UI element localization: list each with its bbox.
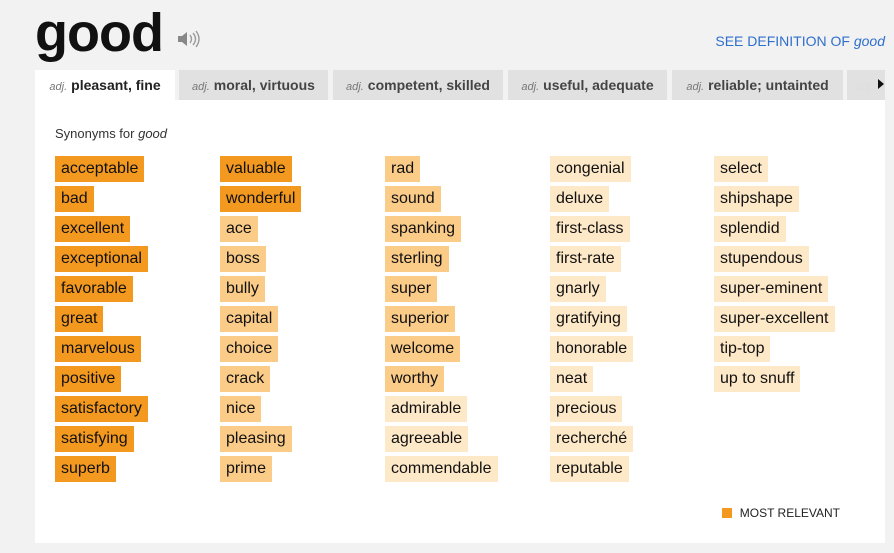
synonym-select[interactable]: select — [714, 156, 768, 182]
synonym-valuable[interactable]: valuable — [220, 156, 292, 182]
synonym-column: acceptable bad excellent exceptional favorab… — [55, 156, 148, 486]
part-of-speech: adj. — [192, 81, 210, 93]
synonym-agreeable[interactable]: agreeable — [385, 426, 469, 452]
synonym-boss[interactable]: boss — [220, 246, 266, 272]
synonym-sound[interactable]: sound — [385, 186, 441, 212]
synonym-welcome[interactable]: welcome — [385, 336, 461, 362]
synonym-stupendous[interactable]: stupendous — [714, 246, 809, 272]
synonym-super[interactable]: super — [385, 276, 438, 302]
synonyms-heading: Synonyms for good — [55, 126, 167, 141]
synonyms-word: good — [138, 126, 168, 141]
legend: MOST RELEVANT — [721, 506, 840, 520]
synonym-capital[interactable]: capital — [220, 306, 279, 332]
part-of-speech: adj. — [49, 81, 68, 93]
synonym-neat[interactable]: neat — [550, 366, 594, 392]
synonym-nice[interactable]: nice — [220, 396, 262, 422]
synonym-column: select shipshape splendid stupendous super-e… — [714, 156, 835, 396]
synonym-acceptable[interactable]: acceptable — [55, 156, 145, 182]
synonym-first-class[interactable]: first-class — [550, 216, 630, 242]
synonym-positive[interactable]: positive — [55, 366, 122, 392]
synonym-crack[interactable]: crack — [220, 366, 271, 392]
part-of-speech: adj. — [856, 81, 874, 93]
see-definition-link[interactable]: SEE DEFINITION OF good — [715, 33, 885, 49]
headword: good — [35, 3, 164, 63]
part-of-speech: adj. — [521, 81, 540, 93]
tab-label: pleasant, fine — [71, 77, 161, 93]
tab-moral[interactable]: adj. moral, virtuous — [179, 70, 328, 100]
scroll-right-arrow-icon[interactable] — [878, 79, 884, 89]
synonym-satisfactory[interactable]: satisfactory — [55, 396, 148, 422]
tab-label: useful, adequate — [543, 77, 654, 93]
synonym-superb[interactable]: superb — [55, 456, 116, 482]
part-of-speech: adj. — [686, 81, 705, 93]
synonym-gnarly[interactable]: gnarly — [550, 276, 606, 302]
tab-competent[interactable]: adj. competent, skilled — [333, 70, 503, 100]
synonym-admirable[interactable]: admirable — [385, 396, 468, 422]
synonym-deluxe[interactable]: deluxe — [550, 186, 610, 212]
synonym-up-to-snuff[interactable]: up to snuff — [714, 366, 801, 392]
see-definition-prefix: SEE DEFINITION OF — [715, 33, 854, 49]
synonym-gratifying[interactable]: gratifying — [550, 306, 627, 332]
synonym-super-excellent[interactable]: super-excellent — [714, 306, 835, 332]
synonym-ace[interactable]: ace — [220, 216, 258, 242]
synonym-bad[interactable]: bad — [55, 186, 94, 212]
synonym-sterling[interactable]: sterling — [385, 246, 449, 272]
synonym-great[interactable]: great — [55, 306, 104, 332]
synonyms-prefix: Synonyms for — [55, 126, 139, 141]
synonym-precious[interactable]: precious — [550, 396, 623, 422]
synonym-spanking[interactable]: spanking — [385, 216, 462, 242]
synonym-prime[interactable]: prime — [220, 456, 273, 482]
synonym-commendable[interactable]: commendable — [385, 456, 498, 482]
synonym-splendid[interactable]: splendid — [714, 216, 786, 242]
synonym-favorable[interactable]: favorable — [55, 276, 133, 302]
synonym-worthy[interactable]: worthy — [385, 366, 445, 392]
synonym-wonderful[interactable]: wonderful — [220, 186, 302, 212]
synonym-satisfying[interactable]: satisfying — [55, 426, 134, 452]
tab-reliable[interactable]: adj. reliable; untainted — [672, 70, 843, 100]
synonym-column: congenial deluxe first-class first-rate gnar… — [550, 156, 634, 486]
most-relevant-swatch — [721, 508, 732, 518]
synonym-honorable[interactable]: honorable — [550, 336, 634, 362]
sense-tabs: adj. pleasant, fine adj. moral, virtuous adj… — [35, 70, 885, 100]
synonym-congenial[interactable]: congenial — [550, 156, 631, 182]
synonym-column: rad sound spanking sterling super superior wel… — [385, 156, 498, 486]
synonyms-panel: Synonyms for good acceptable bad excellent… — [35, 100, 885, 543]
part-of-speech: adj. — [346, 81, 364, 93]
synonym-exceptional[interactable]: exceptional — [55, 246, 148, 272]
synonym-shipshape[interactable]: shipshape — [714, 186, 799, 212]
synonym-super-eminent[interactable]: super-eminent — [714, 276, 829, 302]
synonym-first-rate[interactable]: first-rate — [550, 246, 621, 272]
tab-label: moral, virtuous — [213, 77, 315, 93]
synonym-superior[interactable]: superior — [385, 306, 455, 332]
synonym-marvelous[interactable]: marvelous — [55, 336, 141, 362]
synonym-bully[interactable]: bully — [220, 276, 265, 302]
tab-pleasant[interactable]: adj. pleasant, fine — [35, 70, 175, 100]
synonym-column: valuable wonderful ace boss bully capital choi… — [220, 156, 302, 486]
synonym-excellent[interactable]: excellent — [55, 216, 131, 242]
tab-label: reliable; untainted — [708, 77, 829, 93]
tab-label: competent, skilled — [367, 77, 490, 93]
speaker-icon[interactable] — [176, 28, 200, 50]
see-definition-word: good — [853, 33, 885, 49]
synonym-tip-top[interactable]: tip-top — [714, 336, 771, 362]
synonym-recherché[interactable]: recherché — [550, 426, 634, 452]
legend-label: MOST RELEVANT — [739, 506, 840, 520]
synonym-pleasing[interactable]: pleasing — [220, 426, 292, 452]
tab-useful[interactable]: adj. useful, adequate — [508, 70, 667, 100]
synonym-choice[interactable]: choice — [220, 336, 279, 362]
synonym-reputable[interactable]: reputable — [550, 456, 629, 482]
synonym-rad[interactable]: rad — [385, 156, 421, 182]
